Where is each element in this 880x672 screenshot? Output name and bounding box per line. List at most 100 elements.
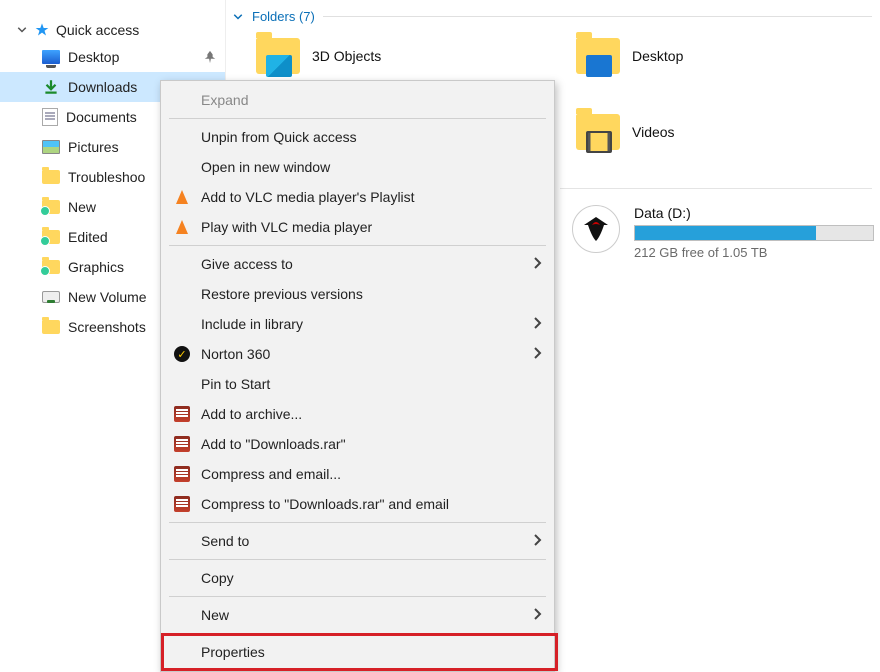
- sidebar-item-label: Documents: [66, 109, 137, 125]
- folder-label: 3D Objects: [312, 48, 381, 64]
- pictures-icon: [42, 140, 60, 154]
- folder-sync-icon: [42, 200, 60, 214]
- folder-icon: [576, 38, 620, 74]
- blank-icon: [173, 255, 191, 273]
- winrar-icon: [173, 435, 191, 453]
- folder-icon: [256, 38, 300, 74]
- blank-icon: [173, 569, 191, 587]
- menu-item-label: Compress and email...: [201, 466, 341, 482]
- document-icon: [42, 108, 58, 126]
- menu-item-label: Norton 360: [201, 346, 270, 362]
- blank-icon: [173, 606, 191, 624]
- sidebar-item-label: New Volume: [68, 289, 147, 305]
- menu-item-restore-previous-versions[interactable]: Restore previous versions: [163, 279, 552, 309]
- download-icon: [42, 78, 60, 96]
- folder-label: Desktop: [632, 48, 683, 64]
- menu-separator: [169, 559, 546, 560]
- menu-item-compress-to-downloads-rar-and-email[interactable]: Compress to "Downloads.rar" and email: [163, 489, 552, 519]
- folder-label: Videos: [632, 124, 675, 140]
- drive-data-d[interactable]: Data (D:) 212 GB free of 1.05 TB: [572, 205, 874, 260]
- menu-separator: [169, 596, 546, 597]
- drive-info: Data (D:) 212 GB free of 1.05 TB: [634, 205, 874, 260]
- devices-separator: [560, 188, 872, 189]
- folder-icon: [42, 170, 60, 184]
- menu-item-label: Add to archive...: [201, 406, 302, 422]
- menu-item-label: Add to VLC media player's Playlist: [201, 189, 415, 205]
- sidebar-item-label: Edited: [68, 229, 108, 245]
- menu-separator: [169, 633, 546, 634]
- menu-item-label: Copy: [201, 570, 234, 586]
- menu-item-add-to-downloads-rar[interactable]: Add to "Downloads.rar": [163, 429, 552, 459]
- menu-item-label: Expand: [201, 92, 248, 108]
- menu-separator: [169, 245, 546, 246]
- winrar-icon: [173, 405, 191, 423]
- menu-item-norton-360[interactable]: ✓ Norton 360: [163, 339, 552, 369]
- menu-item-open-in-new-window[interactable]: Open in new window: [163, 152, 552, 182]
- folder-icon: [576, 114, 620, 150]
- blank-icon: [173, 375, 191, 393]
- menu-item-label: Play with VLC media player: [201, 219, 372, 235]
- sidebar-item-label: Graphics: [68, 259, 124, 275]
- sidebar-item-label: Screenshots: [68, 319, 146, 335]
- star-icon: [34, 22, 50, 38]
- menu-item-give-access-to[interactable]: Give access to: [163, 249, 552, 279]
- blank-icon: [173, 128, 191, 146]
- drive-freespace: 212 GB free of 1.05 TB: [634, 245, 874, 260]
- quick-access-root[interactable]: Quick access: [0, 18, 225, 42]
- submenu-arrow-icon: [532, 607, 542, 624]
- sidebar-item-label: Downloads: [68, 79, 137, 95]
- chevron-down-icon: [16, 24, 28, 36]
- menu-item-play-with-vlc-media-player[interactable]: Play with VLC media player: [163, 212, 552, 242]
- menu-item-expand: Expand: [163, 85, 552, 115]
- norton-icon: ✓: [173, 345, 191, 363]
- chevron-down-icon: [232, 11, 244, 23]
- drive-icon: [42, 291, 60, 303]
- menu-separator: [169, 118, 546, 119]
- drive-name: Data (D:): [634, 205, 874, 221]
- folder-tile-3dobjects[interactable]: 3D Objects: [256, 38, 381, 74]
- menu-item-label: Pin to Start: [201, 376, 270, 392]
- menu-item-send-to[interactable]: Send to: [163, 526, 552, 556]
- folder-tile-videos[interactable]: Videos: [576, 114, 675, 150]
- folders-section-header[interactable]: Folders (7): [232, 9, 872, 24]
- sidebar-item-label: Desktop: [68, 49, 119, 65]
- desktop-icon: [42, 50, 60, 64]
- context-menu: Expand Unpin from Quick access Open in new…: [160, 80, 555, 672]
- sidebar-item-label: Pictures: [68, 139, 119, 155]
- blank-icon: [173, 643, 191, 661]
- section-label: Folders (7): [252, 9, 315, 24]
- menu-item-label: Add to "Downloads.rar": [201, 436, 346, 452]
- submenu-arrow-icon: [532, 256, 542, 273]
- menu-item-new[interactable]: New: [163, 600, 552, 630]
- menu-item-properties[interactable]: Properties: [163, 637, 552, 667]
- menu-item-pin-to-start[interactable]: Pin to Start: [163, 369, 552, 399]
- menu-item-label: Include in library: [201, 316, 303, 332]
- sidebar-item-desktop[interactable]: Desktop: [0, 42, 225, 72]
- sidebar-item-label: New: [68, 199, 96, 215]
- folder-sync-icon: [42, 230, 60, 244]
- menu-item-label: Restore previous versions: [201, 286, 363, 302]
- folder-tile-desktop[interactable]: Desktop: [576, 38, 683, 74]
- menu-item-label: New: [201, 607, 229, 623]
- winrar-icon: [173, 495, 191, 513]
- vlc-cone-icon: [173, 188, 191, 206]
- menu-item-add-to-vlc-media-player-s-playlist[interactable]: Add to VLC media player's Playlist: [163, 182, 552, 212]
- menu-item-label: Compress to "Downloads.rar" and email: [201, 496, 449, 512]
- menu-item-label: Give access to: [201, 256, 293, 272]
- menu-item-compress-and-email[interactable]: Compress and email...: [163, 459, 552, 489]
- folder-icon: [42, 320, 60, 334]
- vlc-cone-icon: [173, 218, 191, 236]
- menu-item-unpin-from-quick-access[interactable]: Unpin from Quick access: [163, 122, 552, 152]
- submenu-arrow-icon: [532, 346, 542, 363]
- blank-icon: [173, 158, 191, 176]
- menu-item-label: Open in new window: [201, 159, 330, 175]
- menu-item-include-in-library[interactable]: Include in library: [163, 309, 552, 339]
- submenu-arrow-icon: [532, 316, 542, 333]
- submenu-arrow-icon: [532, 533, 542, 550]
- menu-item-add-to-archive[interactable]: Add to archive...: [163, 399, 552, 429]
- menu-separator: [169, 522, 546, 523]
- menu-item-copy[interactable]: Copy: [163, 563, 552, 593]
- blank-icon: [173, 91, 191, 109]
- blank-icon: [173, 285, 191, 303]
- drive-logo-icon: [572, 205, 620, 253]
